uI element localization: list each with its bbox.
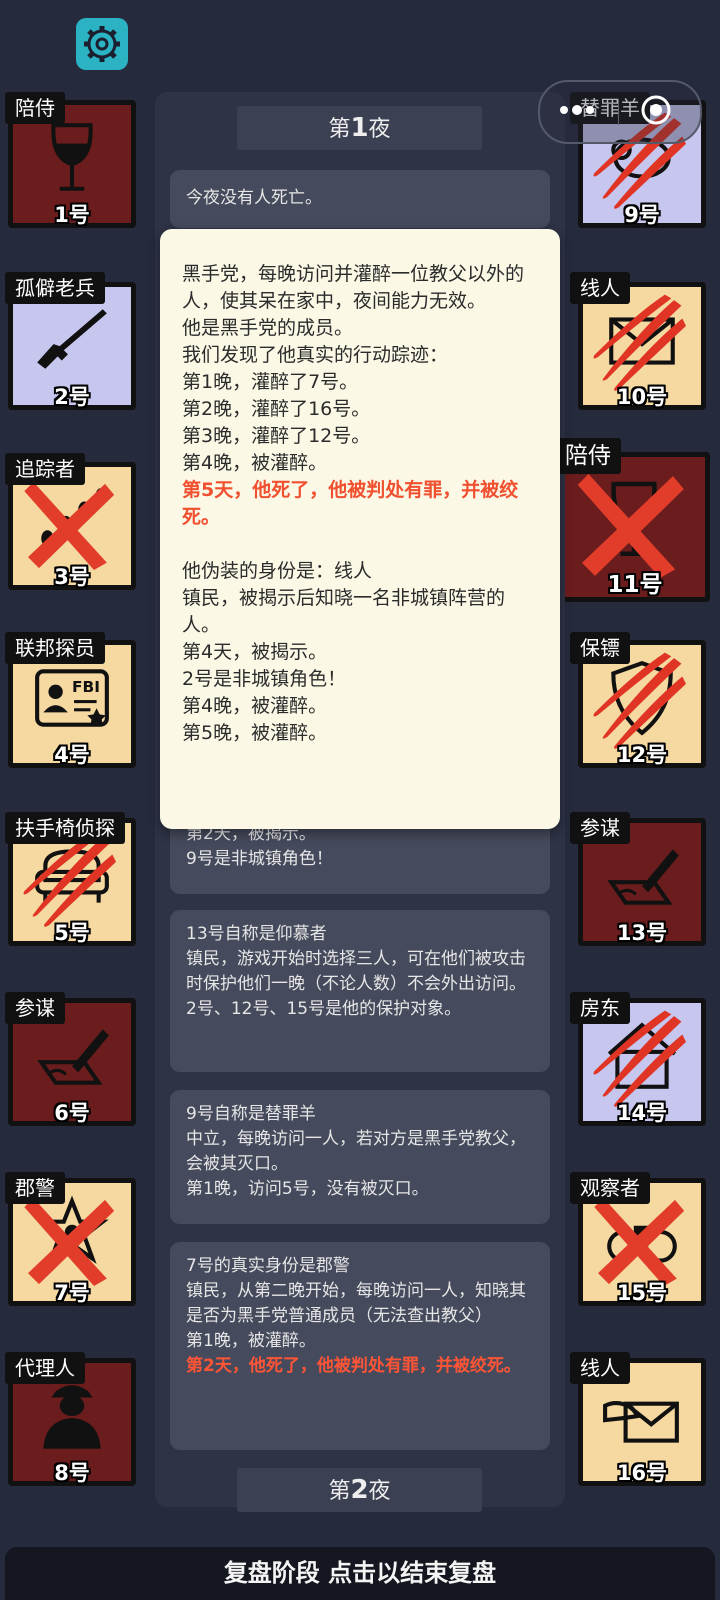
mini-program-capsule bbox=[538, 80, 702, 144]
pen-paper-icon bbox=[607, 849, 679, 905]
log-text: 13号自称是仰慕者 bbox=[186, 924, 327, 944]
role-tag: 线人 bbox=[570, 272, 630, 304]
role-detail-popup[interactable]: 黑手党，每晚访问并灌醉一位教父以外的人，使其呆在家中，夜间能力无效。 他是黑手党… bbox=[160, 229, 560, 829]
role-tag: 代理人 bbox=[5, 1352, 85, 1384]
role-tag: 参谋 bbox=[5, 992, 65, 1024]
role-tag: 保镖 bbox=[570, 632, 630, 664]
log-entry: 13号自称是仰慕者 镇民，游戏开始时选择三人，可在他们被攻击时保护他们一晚（不论… bbox=[170, 910, 550, 1072]
player-number: 6号 bbox=[54, 1101, 90, 1125]
wine-glass-icon bbox=[51, 123, 93, 191]
role-tag: 陪侍 bbox=[555, 438, 621, 474]
log-text: 第1晚，访问5号，没有被灭口。 bbox=[186, 1179, 429, 1199]
role-tag: 郡警 bbox=[5, 1172, 65, 1204]
role-tag: 陪侍 bbox=[5, 92, 65, 124]
player-number: 2号 bbox=[54, 385, 90, 409]
player-number: 10号 bbox=[616, 385, 668, 409]
log-text: 镇民，游戏开始时选择三人，可在他们被攻击时保护他们一晚（不论人数）不会外出访问。 bbox=[186, 949, 526, 994]
envelope-hand-icon bbox=[603, 1401, 679, 1443]
log-entry: 9号自称是替罪羊 中立，每晚访问一人，若对方是黑手党教父，会被其灭口。 第1晚，… bbox=[170, 1090, 550, 1224]
log-text: 第1晚，被灌醉。 bbox=[186, 1331, 316, 1351]
player-number: 7号 bbox=[54, 1281, 90, 1305]
more-dots-icon[interactable] bbox=[560, 102, 594, 118]
player-number: 8号 bbox=[54, 1461, 90, 1485]
popup-text: 第1晚，灌醉了7号。 bbox=[182, 371, 359, 393]
settings-button[interactable] bbox=[76, 18, 128, 70]
popup-death-text: 第5天，他死了，他被判处有罪，并被绞死。 bbox=[182, 479, 519, 528]
night-suffix: 夜 bbox=[368, 1479, 391, 1504]
popup-spacer bbox=[182, 531, 540, 558]
log-death-text: 第2天，他死了，他被判处有罪，并被绞死。 bbox=[186, 1356, 521, 1376]
popup-text: 我们发现了他真实的行动踪迹： bbox=[182, 344, 449, 366]
popup-text: 黑手党，每晚访问并灌醉一位教父以外的人，使其呆在家中，夜间能力无效。 bbox=[182, 263, 525, 312]
night-header-2: 第2夜 bbox=[237, 1468, 482, 1512]
agent-suit-icon bbox=[43, 1385, 101, 1449]
player-number: 12号 bbox=[616, 743, 668, 767]
log-text: 中立，每晚访问一人，若对方是黑手党教父，会被其灭口。 bbox=[186, 1129, 526, 1174]
log-text: 9号是非城镇角色！ bbox=[186, 849, 333, 869]
log-entry: 7号的真实身份是郡警 镇民，从第二晚开始，每晚访问一人，知晓其是否为黑手党普通成… bbox=[170, 1242, 550, 1450]
player-number: 13号 bbox=[616, 921, 668, 945]
player-number: 1号 bbox=[54, 203, 90, 227]
night-number: 2 bbox=[350, 1475, 369, 1505]
player-number: 3号 bbox=[54, 565, 90, 589]
night-prefix: 第 bbox=[328, 117, 351, 142]
fbi-badge-icon: FBI bbox=[35, 669, 109, 727]
popup-text: 他是黑手党的成员。 bbox=[182, 317, 354, 339]
log-text: 镇民，从第二晚开始，每晚访问一人，知晓其是否为黑手党普通成员（无法查出教父） bbox=[186, 1281, 526, 1326]
role-tag: 联邦探员 bbox=[5, 632, 105, 664]
log-text: 2号、12号、15号是他的保护对象。 bbox=[186, 999, 462, 1019]
svg-text:FBI: FBI bbox=[72, 678, 100, 696]
popup-text: 2号是非城镇角色！ bbox=[182, 668, 347, 690]
log-text: 9号自称是替罪羊 bbox=[186, 1104, 316, 1124]
target-circle-icon[interactable] bbox=[640, 94, 672, 126]
log-text: 今夜没有人死亡。 bbox=[186, 188, 322, 208]
role-tag: 参谋 bbox=[570, 812, 630, 844]
end-review-button[interactable]: 复盘阶段 点击以结束复盘 bbox=[5, 1547, 715, 1600]
role-tag: 孤僻老兵 bbox=[5, 272, 105, 304]
player-card-11[interactable]: 11号 bbox=[560, 452, 710, 602]
player-number: 9号 bbox=[624, 203, 660, 227]
popup-text: 他伪装的身份是：线人 bbox=[182, 560, 373, 582]
popup-text: 第4天，被揭示。 bbox=[182, 641, 328, 663]
night-suffix: 夜 bbox=[368, 117, 391, 142]
role-tag: 观察者 bbox=[570, 1172, 650, 1204]
gear-icon bbox=[84, 26, 120, 62]
player-number: 11号 bbox=[607, 572, 663, 598]
capsule-divider bbox=[618, 99, 619, 125]
popup-text: 第4晚，被灌醉。 bbox=[182, 452, 328, 474]
player-number: 5号 bbox=[54, 921, 90, 945]
popup-text: 第4晚，被灌醉。 bbox=[182, 695, 328, 717]
player-number: 16号 bbox=[616, 1461, 668, 1485]
role-tag: 房东 bbox=[570, 992, 630, 1024]
player-number: 14号 bbox=[616, 1101, 668, 1125]
role-tag: 线人 bbox=[570, 1352, 630, 1384]
role-tag: 追踪者 bbox=[5, 453, 85, 485]
log-entry: 今夜没有人死亡。 bbox=[170, 170, 550, 228]
popup-text: 第2晚，灌醉了16号。 bbox=[182, 398, 371, 420]
night-prefix: 第 bbox=[328, 1479, 351, 1504]
log-text: 7号的真实身份是郡警 bbox=[186, 1256, 350, 1276]
popup-text: 第3晚，灌醉了12号。 bbox=[182, 425, 371, 447]
rifle-icon bbox=[37, 309, 107, 369]
player-number: 4号 bbox=[54, 743, 90, 767]
popup-text: 镇民，被揭示后知晓一名非城镇阵营的人。 bbox=[182, 587, 506, 636]
player-number: 15号 bbox=[616, 1281, 668, 1305]
popup-text: 第5晚，被灌醉。 bbox=[182, 722, 328, 744]
night-header-1: 第1夜 bbox=[237, 106, 482, 150]
role-tag: 扶手椅侦探 bbox=[5, 812, 125, 844]
pen-paper-icon bbox=[37, 1029, 109, 1085]
night-number: 1 bbox=[350, 113, 369, 143]
